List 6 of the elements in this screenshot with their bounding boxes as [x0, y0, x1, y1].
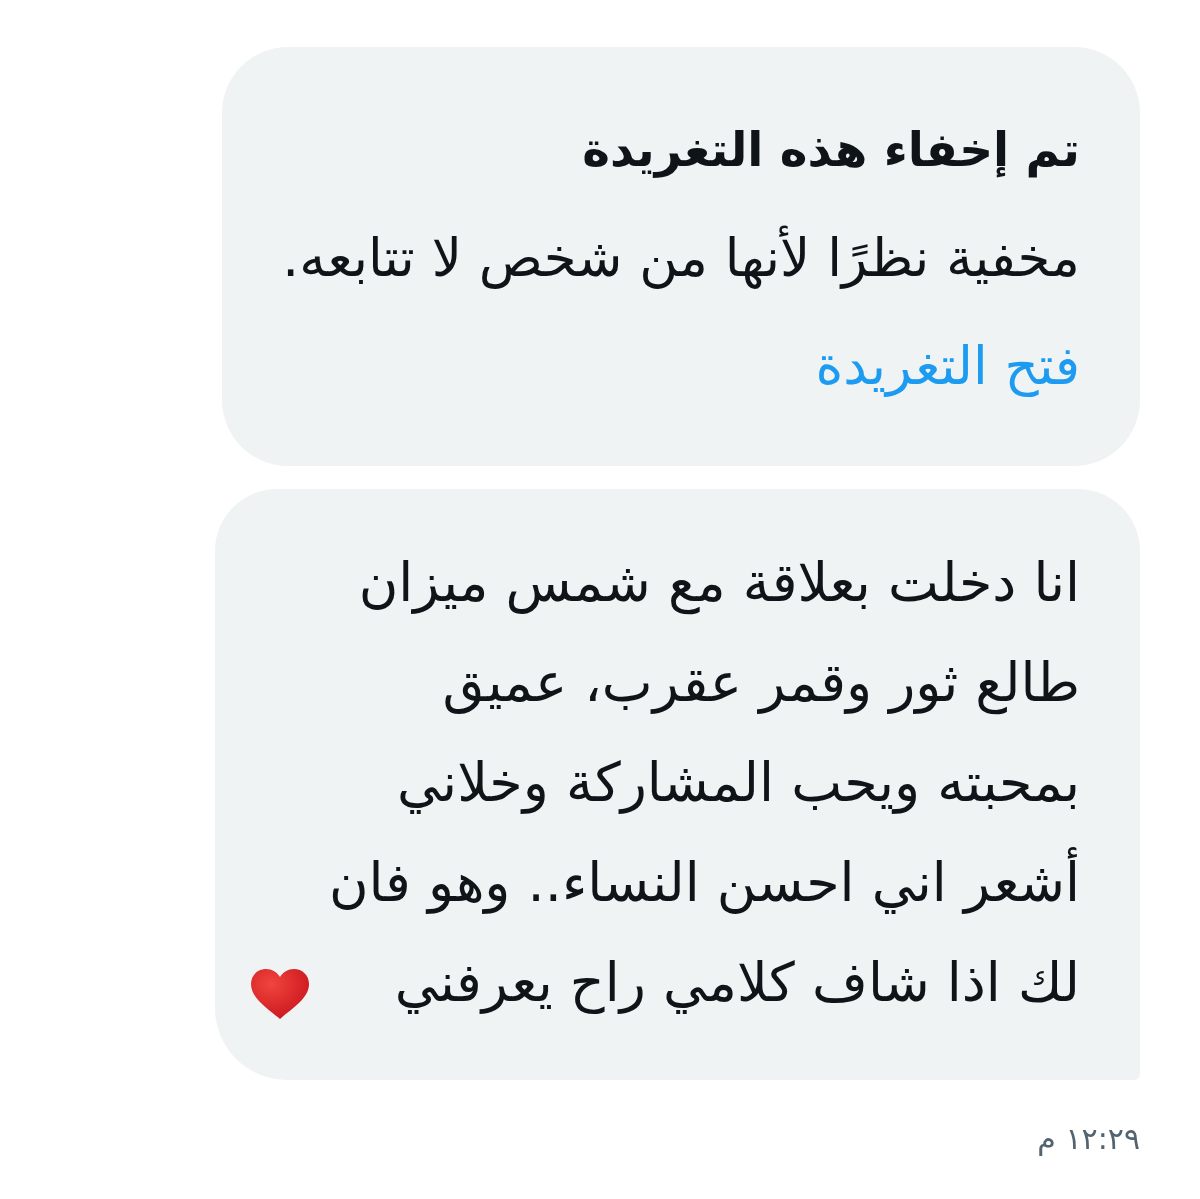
heart-icon: [251, 969, 309, 1019]
message-time: ١٢:٢٩ م: [1037, 1121, 1140, 1156]
notice-text: مخفية نظرًا لأنها من شخص لا تتابعه.: [282, 224, 1080, 291]
open-tweet-link[interactable]: فتح التغريدة: [815, 312, 1080, 420]
notice-title: تم إخفاء هذه التغريدة: [582, 121, 1080, 180]
message-text: انا دخلت بعلاقة مع شمس ميزان طالع ثور وقمر عقرب، عميق بمحبته ويحب المشاركة وخلاني أشعر اني احسن النساء.. وهو فان لك اذا شاف كلامي راح يعرفني: [327, 550, 1080, 1016]
